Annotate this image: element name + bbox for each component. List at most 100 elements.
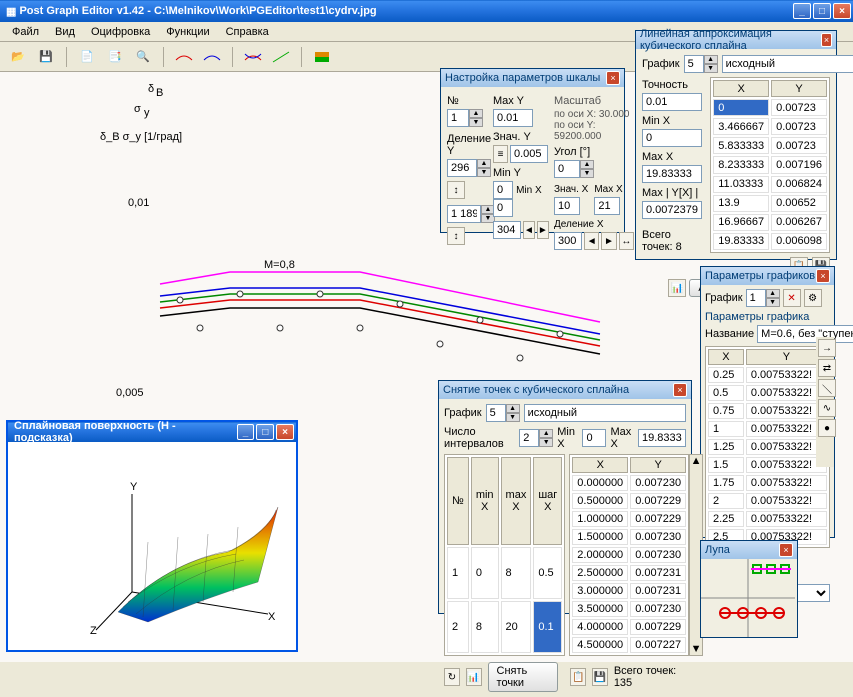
tool-arrow-right-icon[interactable]: → [818, 339, 836, 357]
table-row[interactable]: 1.5000000.007230 [572, 529, 686, 545]
curve-red-button[interactable] [172, 45, 196, 69]
linear-button[interactable] [269, 45, 293, 69]
table-row[interactable]: 1.750.00753322! [708, 475, 827, 491]
lupa-close[interactable]: × [779, 543, 793, 557]
props-icon[interactable]: ⚙ [804, 289, 822, 307]
menu-view[interactable]: Вид [47, 24, 83, 40]
zoom-button[interactable]: 🔍 [131, 45, 155, 69]
curve-mix-button[interactable] [241, 45, 265, 69]
col-y[interactable]: Y [771, 80, 827, 97]
maxx-input[interactable] [594, 197, 620, 215]
sp-src[interactable] [524, 404, 686, 422]
table-row[interactable]: 0.250.00753322! [708, 367, 827, 383]
pick-y-icon[interactable]: ↕ [447, 181, 465, 199]
approx-src[interactable] [722, 55, 853, 73]
surface-plot[interactable]: Y X Z [8, 442, 296, 650]
menu-func[interactable]: Функции [158, 24, 217, 40]
table-row[interactable]: 3.5000000.007230 [572, 601, 686, 617]
table-row[interactable]: 3.0000000.007231 [572, 583, 686, 599]
col-x[interactable]: X [713, 80, 769, 97]
surface-button[interactable] [310, 45, 334, 69]
maxy-input[interactable] [493, 109, 533, 127]
angle-input[interactable] [554, 160, 580, 178]
table-row[interactable]: 10.00753322! [708, 421, 827, 437]
take-points-button[interactable]: Снять точки [488, 662, 559, 692]
miny-input[interactable] [493, 181, 513, 199]
table-row[interactable]: 0.5000000.007229 [572, 493, 686, 509]
table-row[interactable]: 2.0000000.007230 [572, 547, 686, 563]
tool-curve-icon[interactable]: ∿ [818, 399, 836, 417]
approx-graph-input[interactable] [684, 55, 704, 73]
table-row[interactable]: 1080.5 [447, 547, 562, 599]
table-row[interactable]: 00.00723 [713, 99, 827, 116]
open-button[interactable]: 📂 [6, 45, 30, 69]
surf-min[interactable]: _ [237, 424, 255, 440]
arrow-left-icon[interactable]: ◄ [523, 221, 535, 239]
curve-blue-button[interactable] [200, 45, 224, 69]
table-row[interactable]: 3.4666670.00723 [713, 118, 827, 135]
table-row[interactable]: 1.250.00753322! [708, 439, 827, 455]
apmaxx-input[interactable] [642, 165, 702, 183]
menu-help[interactable]: Справка [218, 24, 277, 40]
precy-input[interactable] [510, 145, 548, 163]
surf-close[interactable]: × [276, 424, 294, 440]
precx-input[interactable] [554, 197, 580, 215]
menu-digit[interactable]: Оцифровка [83, 24, 158, 40]
table-row[interactable]: 1.50.00753322! [708, 457, 827, 473]
divx-input[interactable] [554, 232, 582, 250]
n-input[interactable] [447, 109, 469, 127]
spline-close[interactable]: × [673, 383, 687, 397]
pick-y2-icon[interactable]: ↕ [447, 227, 465, 245]
tool-line-icon[interactable]: ＼ [818, 379, 836, 397]
chart3-icon[interactable]: 📊 [466, 668, 482, 686]
table-row[interactable]: 0.50.00753322! [708, 385, 827, 401]
arrow-right-icon[interactable]: ► [537, 221, 549, 239]
spminx-input[interactable] [582, 429, 606, 447]
refresh-icon[interactable]: ↻ [444, 668, 460, 686]
table-row[interactable]: 4.0000000.007229 [572, 619, 686, 635]
pick-x-icon[interactable]: ↔ [619, 232, 634, 250]
minimize-button[interactable]: _ [793, 3, 811, 19]
minx2-input[interactable] [493, 221, 521, 239]
table-row[interactable]: 5.8333330.00723 [713, 137, 827, 154]
table-row[interactable]: 11.033330.006824 [713, 176, 827, 193]
close-button[interactable]: × [833, 3, 851, 19]
sp-graph-input[interactable] [486, 404, 506, 422]
export-button[interactable]: 📑 [103, 45, 127, 69]
apmaxy-input[interactable] [642, 201, 702, 219]
intv-input[interactable] [519, 429, 539, 447]
tool-link-icon[interactable]: ⇄ [818, 359, 836, 377]
axis-panel-close[interactable]: × [606, 71, 620, 85]
table-row[interactable]: 2.5000000.007231 [572, 565, 686, 581]
pg-input[interactable] [746, 289, 766, 307]
divy-input[interactable] [447, 159, 477, 177]
name-input[interactable] [757, 325, 853, 343]
approx-close[interactable]: × [821, 33, 832, 47]
table-row[interactable]: 19.833330.006098 [713, 233, 827, 250]
table-row[interactable]: 13.90.00652 [713, 195, 827, 212]
apminx-input[interactable] [642, 129, 702, 147]
spin-up[interactable]: ▲ [469, 109, 483, 118]
table-row[interactable]: 0.750.00753322! [708, 403, 827, 419]
save-button[interactable]: 💾 [34, 45, 58, 69]
spmaxx-input[interactable] [638, 429, 686, 447]
menu-file[interactable]: Файл [4, 24, 47, 40]
prec-input[interactable] [642, 93, 702, 111]
save3-icon[interactable]: 💾 [592, 668, 608, 686]
table-row[interactable]: 20.00753322! [708, 493, 827, 509]
spin-down[interactable]: ▼ [469, 118, 483, 127]
table-row[interactable]: 2.250.00753322! [708, 511, 827, 527]
tool-point-icon[interactable]: ● [818, 419, 836, 437]
maximize-button[interactable]: □ [813, 3, 831, 19]
table-row[interactable]: 8.2333330.007196 [713, 156, 827, 173]
delete-icon[interactable]: ✕ [783, 289, 801, 307]
surf-max[interactable]: □ [256, 424, 274, 440]
table-row[interactable]: 4.5000000.007227 [572, 637, 686, 653]
table-row[interactable]: 28200.1 [447, 601, 562, 653]
import-button[interactable]: 📄 [75, 45, 99, 69]
chart-icon[interactable]: 📊 [668, 279, 686, 297]
tick-icon[interactable]: ≡ [493, 145, 508, 163]
table-row[interactable]: 1.0000000.007229 [572, 511, 686, 527]
params-close[interactable]: × [816, 269, 830, 283]
table-row[interactable]: 0.0000000.007230 [572, 475, 686, 491]
